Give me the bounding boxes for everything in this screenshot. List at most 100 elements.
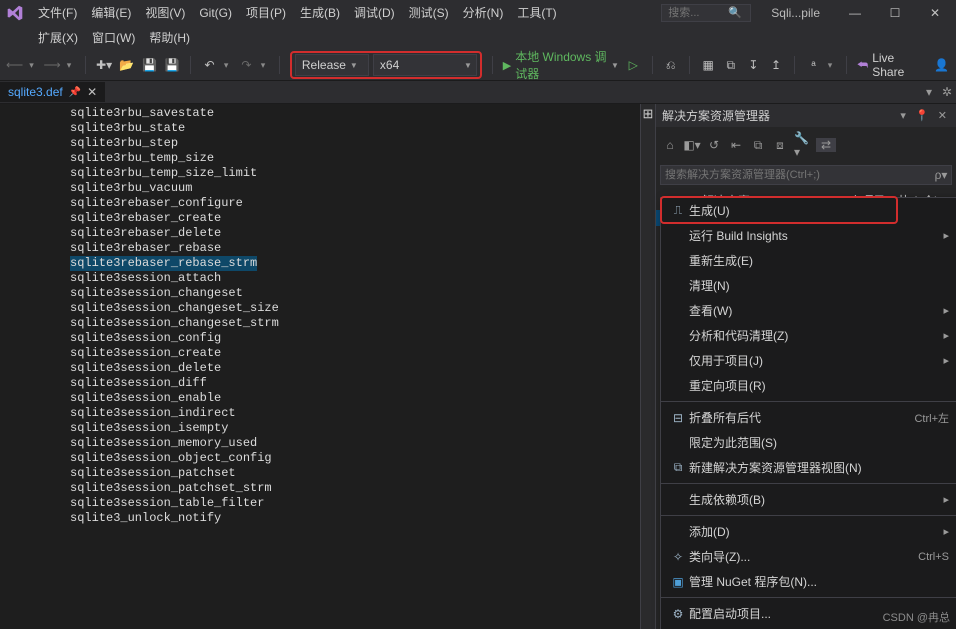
menu-tools[interactable]: 工具(T): [511, 2, 562, 23]
file-tab-sqlite3def[interactable]: sqlite3.def 📌 ✕: [0, 82, 105, 102]
tab-dropdown-icon[interactable]: ▾: [920, 85, 938, 99]
quick-search[interactable]: 🔍: [661, 4, 751, 22]
start-debug-button[interactable]: ▶ 本地 Windows 调试器 ▼: [503, 48, 619, 82]
menu-file[interactable]: 文件(F): [32, 2, 83, 23]
ctx-new-view[interactable]: ⧉新建解决方案资源管理器视图(N): [661, 455, 956, 480]
menu-view[interactable]: 视图(V): [139, 2, 191, 23]
sync-icon[interactable]: ↺: [706, 138, 722, 152]
menu-edit[interactable]: 编辑(E): [85, 2, 137, 23]
save-all-button[interactable]: 💾: [164, 55, 181, 75]
ctx-nuget[interactable]: ▣管理 NuGet 程序包(N)...: [661, 569, 956, 594]
ctx-build[interactable]: ⎍ 生成(U): [661, 198, 956, 223]
maximize-button[interactable]: ☐: [878, 3, 912, 23]
ctx-view[interactable]: 查看(W)▸: [661, 298, 956, 323]
code-line[interactable]: 355sqlite3session_indirect: [0, 406, 655, 421]
code-line[interactable]: 360sqlite3session_patchset_strm: [0, 481, 655, 496]
tool-icon-3[interactable]: ⧉: [722, 55, 739, 75]
code-line[interactable]: 356sqlite3session_isempty: [0, 421, 655, 436]
code-line[interactable]: 341sqlite3rebaser_configure: [0, 196, 655, 211]
ctx-build-deps[interactable]: 生成依赖项(B)▸: [661, 487, 956, 512]
ctx-clean[interactable]: 清理(N): [661, 273, 956, 298]
ctx-scope[interactable]: 限定为此范围(S): [661, 430, 956, 455]
code-line[interactable]: 345sqlite3rebaser_rebase_strm: [0, 256, 655, 271]
save-button[interactable]: 💾: [141, 55, 158, 75]
open-button[interactable]: 📂: [118, 55, 135, 75]
tab-gear-icon[interactable]: ✲: [938, 85, 956, 99]
panel-pin-icon[interactable]: 📍: [915, 110, 932, 122]
code-line[interactable]: 340sqlite3rbu_vacuum: [0, 181, 655, 196]
menu-git[interactable]: Git(G): [193, 4, 238, 22]
code-line[interactable]: 342sqlite3rebaser_create: [0, 211, 655, 226]
search-go-icon[interactable]: ρ▾: [931, 168, 951, 182]
code-line[interactable]: 337sqlite3rbu_step: [0, 136, 655, 151]
code-line[interactable]: 350sqlite3session_config: [0, 331, 655, 346]
ctx-rebuild[interactable]: 重新生成(E): [661, 248, 956, 273]
liveshare-button[interactable]: ⮪ Live Share: [857, 51, 917, 79]
start-wo-debug-button[interactable]: ▷: [625, 55, 642, 75]
panel-close-icon[interactable]: ✕: [938, 110, 950, 122]
tool-icon-5[interactable]: ↥: [768, 55, 785, 75]
close-button[interactable]: ✕: [918, 3, 952, 23]
code-line[interactable]: 348sqlite3session_changeset_size: [0, 301, 655, 316]
solution-platform-combo[interactable]: x64 ▼: [373, 54, 477, 76]
menu-debug[interactable]: 调试(D): [348, 2, 401, 23]
code-line[interactable]: 343sqlite3rebaser_delete: [0, 226, 655, 241]
back-icon[interactable]: ⇤: [728, 138, 744, 152]
redo-drop[interactable]: ▾: [261, 60, 269, 71]
view-icon[interactable]: ◧▾: [684, 138, 700, 152]
solution-search[interactable]: ρ▾: [660, 165, 952, 185]
code-line[interactable]: 335sqlite3rbu_savestate: [0, 106, 655, 121]
code-line[interactable]: 349sqlite3session_changeset_strm: [0, 316, 655, 331]
nav-fwd-button[interactable]: ⟶: [44, 55, 61, 75]
ctx-run-build-insights[interactable]: 运行 Build Insights ▸: [661, 223, 956, 248]
solution-config-combo[interactable]: Release ▼: [295, 54, 369, 76]
menu-project[interactable]: 项目(P): [240, 2, 292, 23]
pin-icon[interactable]: 📌: [69, 87, 81, 98]
split-editor-icon[interactable]: ⊞: [641, 106, 655, 122]
code-line[interactable]: 344sqlite3rebaser_rebase: [0, 241, 655, 256]
ctx-collapse[interactable]: ⊟ 折叠所有后代 Ctrl+左: [661, 405, 956, 430]
code-line[interactable]: 336sqlite3rbu_state: [0, 121, 655, 136]
menu-test[interactable]: 测试(S): [403, 2, 455, 23]
tool-icon-4[interactable]: ↧: [745, 55, 762, 75]
undo-button[interactable]: ↶: [201, 55, 218, 75]
code-line[interactable]: 339sqlite3rbu_temp_size_limit: [0, 166, 655, 181]
menu-build[interactable]: 生成(B): [294, 2, 346, 23]
ctx-analyze[interactable]: 分析和代码清理(Z)▸: [661, 323, 956, 348]
code-line[interactable]: 357sqlite3session_memory_used: [0, 436, 655, 451]
undo-drop[interactable]: ▾: [224, 60, 232, 71]
code-line[interactable]: 362sqlite3_unlock_notify: [0, 511, 655, 526]
close-tab-icon[interactable]: ✕: [87, 85, 97, 99]
tool-icon-1[interactable]: ⎌: [662, 55, 679, 75]
nav-fwd-drop[interactable]: ▾: [67, 60, 75, 71]
code-line[interactable]: 351sqlite3session_create: [0, 346, 655, 361]
minimize-button[interactable]: —: [838, 3, 872, 23]
quick-search-input[interactable]: [666, 6, 728, 20]
ctx-add[interactable]: 添加(D)▸: [661, 519, 956, 544]
new-item-button[interactable]: ✚▾: [96, 55, 113, 75]
properties-icon[interactable]: ⧈: [772, 138, 788, 153]
menu-analyze[interactable]: 分析(N): [457, 2, 510, 23]
ctx-class-wizard[interactable]: ✧类向导(Z)...Ctrl+S: [661, 544, 956, 569]
admin-icon[interactable]: 👤: [933, 55, 950, 75]
code-line[interactable]: 361sqlite3session_table_filter: [0, 496, 655, 511]
code-line[interactable]: 354sqlite3session_enable: [0, 391, 655, 406]
code-editor[interactable]: 335sqlite3rbu_savestate336sqlite3rbu_sta…: [0, 104, 655, 629]
code-line[interactable]: 363: [0, 526, 655, 541]
code-line[interactable]: 352sqlite3session_delete: [0, 361, 655, 376]
code-line[interactable]: 347sqlite3session_changeset: [0, 286, 655, 301]
nav-back-drop[interactable]: ▾: [29, 60, 37, 71]
tool-icon-2[interactable]: ▦: [700, 55, 717, 75]
redo-button[interactable]: ↷: [238, 55, 255, 75]
panel-dropdown-icon[interactable]: ▾: [900, 110, 909, 122]
ctx-project-only[interactable]: 仅用于项目(J)▸: [661, 348, 956, 373]
code-line[interactable]: 338sqlite3rbu_temp_size: [0, 151, 655, 166]
tool-drop[interactable]: ▾: [828, 60, 836, 71]
menu-ext[interactable]: 扩展(X): [32, 27, 84, 48]
wrench-icon[interactable]: 🔧▾: [794, 131, 810, 159]
ctx-retarget[interactable]: 重定向项目(R): [661, 373, 956, 398]
code-line[interactable]: 358sqlite3session_object_config: [0, 451, 655, 466]
switchview-icon[interactable]: ⇄: [816, 138, 836, 152]
code-line[interactable]: 353sqlite3session_diff: [0, 376, 655, 391]
menu-window[interactable]: 窗口(W): [86, 27, 141, 48]
